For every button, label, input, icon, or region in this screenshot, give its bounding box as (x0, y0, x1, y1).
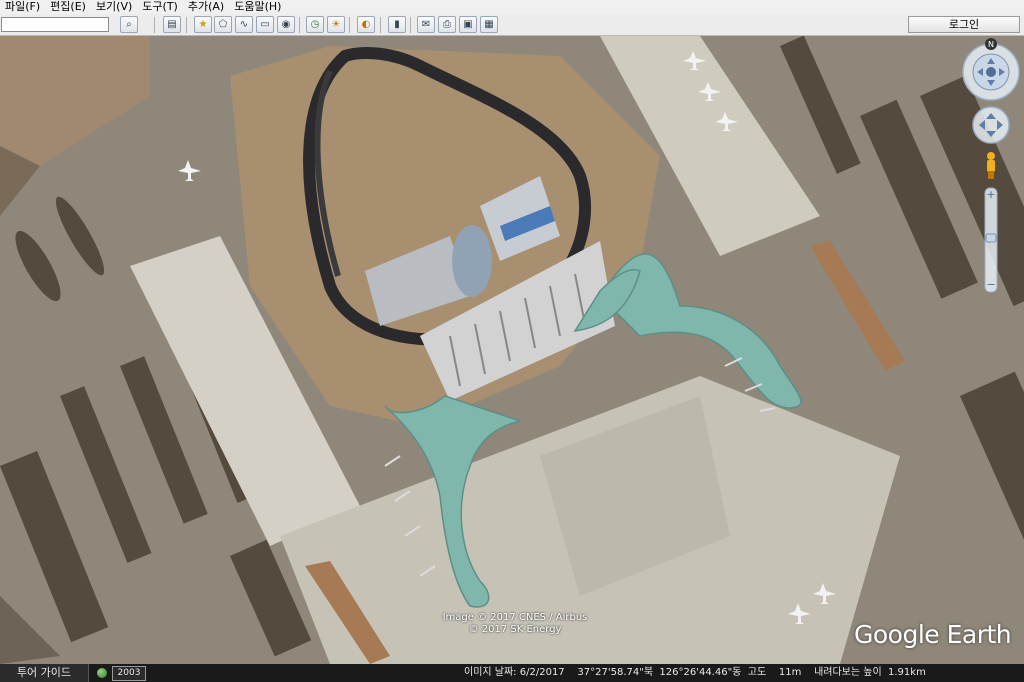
globe-icon (97, 668, 107, 678)
menu-add[interactable]: 추가(A) (183, 0, 229, 14)
menu-edit[interactable]: 편집(E) (45, 0, 91, 14)
placemark-icon[interactable]: ★ (194, 16, 212, 33)
menu-tools[interactable]: 도구(T) (137, 0, 183, 14)
print-icon[interactable]: ⎙ (438, 16, 456, 33)
imagery-date: 6/2/2017 (519, 667, 565, 678)
zoom-slider-thumb[interactable] (985, 233, 997, 243)
view-in-maps-icon[interactable]: ▦ (480, 16, 498, 33)
attribution-line-1: Image © 2017 CNES / Airbus (442, 612, 588, 623)
toolbar-divider (380, 17, 381, 33)
attribution-line-2: © 2017 SK Energy (468, 624, 562, 635)
tour-icon[interactable]: ◉ (277, 16, 295, 33)
imagery-attribution: Image © 2017 CNES / Airbus © 2017 SK Ene… (430, 612, 600, 636)
login-button[interactable]: 로그인 (908, 16, 1020, 33)
satellite-imagery (0, 36, 1024, 664)
longitude: 126°26'44.46"동 (659, 667, 742, 678)
status-info: 이미지 날짜: 6/2/2017 37°27'58.74"북 126°26'44… (464, 664, 926, 682)
menu-help[interactable]: 도움말(H) (229, 0, 286, 14)
tour-guide-button[interactable]: 투어 가이드 (0, 664, 89, 682)
toolbar-divider (410, 17, 411, 33)
email-icon[interactable]: ✉ (417, 16, 435, 33)
planets-icon[interactable]: ◐ (357, 16, 375, 33)
zoom-in-button[interactable]: + (986, 188, 995, 201)
historical-year-badge[interactable]: 2003 (112, 666, 146, 681)
move-joystick[interactable] (972, 106, 1010, 144)
sidebar-icon[interactable]: ▤ (163, 16, 181, 33)
google-earth-logo: Google Earth (854, 620, 1012, 649)
status-bar: 투어 가이드 2003 이미지 날짜: 6/2/2017 37°27'58.74… (0, 664, 1024, 682)
ruler-icon[interactable]: ▮ (388, 16, 406, 33)
zoom-out-button[interactable]: − (986, 278, 995, 291)
menu-file[interactable]: 파일(F) (0, 0, 45, 14)
search-input[interactable] (1, 17, 109, 32)
toolbar: ⌕ ▤ ★ ⬠ ∿ ▭ ◉ ◷ ☀ ◐ ▮ ✉ ⎙ ▣ ▦ 로그인 (0, 14, 1024, 36)
toolbar-divider (154, 17, 155, 33)
elevation: 11m (778, 667, 802, 678)
menu-view[interactable]: 보기(V) (91, 0, 137, 14)
overlay-icon[interactable]: ▭ (256, 16, 274, 33)
elevation-label: 고도 (747, 667, 767, 678)
latitude: 37°27'58.74"북 (577, 667, 654, 678)
eye-altitude: 1.91km (888, 667, 926, 678)
search-icon[interactable]: ⌕ (120, 16, 138, 33)
sun-icon[interactable]: ☀ (327, 16, 345, 33)
toolbar-divider (349, 17, 350, 33)
path-icon[interactable]: ∿ (235, 16, 253, 33)
satellite-map-view[interactable] (0, 36, 1024, 664)
save-image-icon[interactable]: ▣ (459, 16, 477, 33)
toolbar-divider (299, 17, 300, 33)
historical-imagery-icon[interactable]: ◷ (306, 16, 324, 33)
look-joystick[interactable] (962, 43, 1020, 101)
eye-altitude-label: 내려다보는 높이 (814, 667, 882, 678)
polygon-icon[interactable]: ⬠ (214, 16, 232, 33)
toolbar-divider (186, 17, 187, 33)
navigation-controls: N + − (962, 38, 1022, 298)
imagery-date-label: 이미지 날짜: (464, 667, 517, 678)
compass-north-icon[interactable]: N (985, 38, 997, 50)
street-view-pegman-icon[interactable] (987, 152, 995, 179)
menu-bar: 파일(F) 편집(E) 보기(V) 도구(T) 추가(A) 도움말(H) (0, 0, 1024, 14)
svg-text:N: N (988, 40, 994, 49)
